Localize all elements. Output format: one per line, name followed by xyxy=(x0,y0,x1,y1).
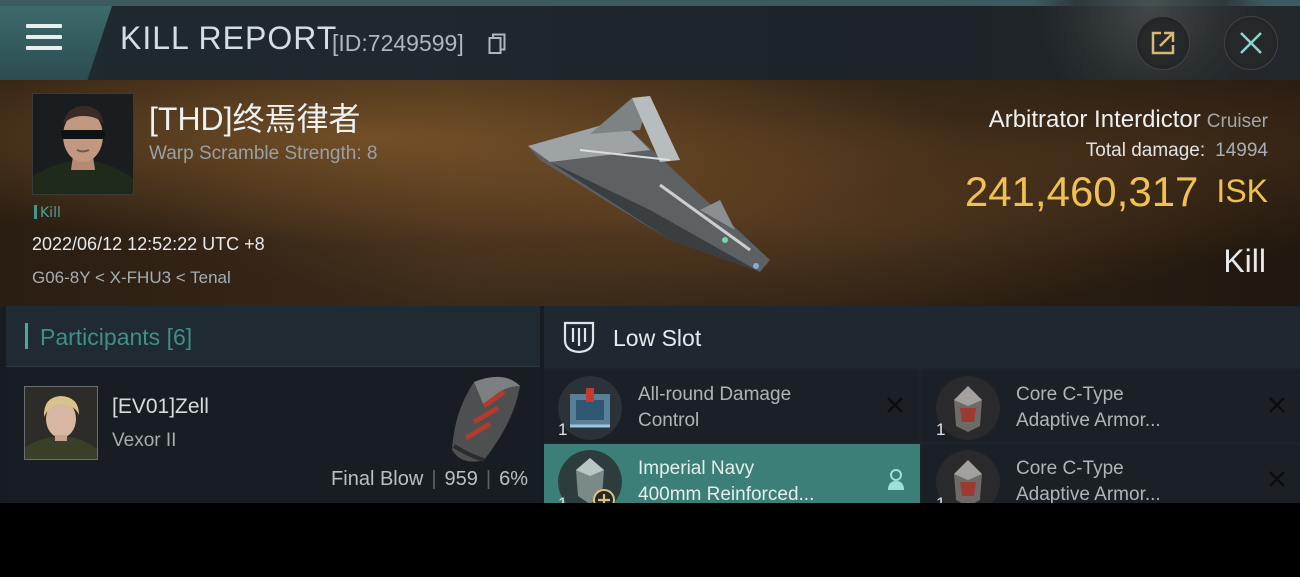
report-id: [ID:7249599] xyxy=(332,30,464,56)
destroyed-x-icon xyxy=(1269,471,1285,487)
module-quantity: 1 xyxy=(936,494,945,503)
kill-location[interactable]: G06-8Y < X-FHU3 < Tenal xyxy=(32,268,231,288)
participant-ship[interactable]: Vexor II xyxy=(112,430,176,452)
warp-scramble-strength: Warp Scramble Strength: 8 xyxy=(149,143,378,164)
participant-name[interactable]: [EV01]Zell xyxy=(112,395,209,419)
module-name-line2: Control xyxy=(638,410,700,431)
share-icon xyxy=(1151,31,1175,55)
kill-report-screen: KILL REPORT [ID:7249599] [THD]终焉律者 Warp … xyxy=(0,0,1300,503)
menu-button[interactable] xyxy=(0,6,112,80)
participants-header[interactable]: Participants [6] xyxy=(6,306,540,367)
section-marker xyxy=(25,323,28,349)
damage-control-icon xyxy=(558,376,622,440)
module-name: Core C-Type Adaptive Armor... xyxy=(1016,456,1236,503)
module-name-line2: Adaptive Armor... xyxy=(1016,410,1161,431)
module-slot[interactable]: 1 Core C-Type Adaptive Armor... xyxy=(922,444,1300,503)
total-damage-value: 14994 xyxy=(1215,140,1268,161)
participants-panel: Participants [6] [EV01]Zell Vexor II Fin… xyxy=(6,306,540,503)
destroyed-x-icon xyxy=(1269,397,1285,413)
module-name: Imperial Navy 400mm Reinforced... xyxy=(638,456,858,503)
total-damage-line: Total damage: 14994 xyxy=(1086,140,1268,162)
module-name-line1: Core C-Type xyxy=(1016,458,1124,479)
participants-label: Participants xyxy=(40,324,161,350)
hamburger-menu-icon xyxy=(26,24,62,54)
module-quantity: 1 xyxy=(558,494,567,503)
low-slot-icon xyxy=(563,321,595,354)
page-title: KILL REPORT xyxy=(120,20,338,56)
person-icon xyxy=(888,469,904,490)
module-slot[interactable]: 1 Core C-Type Adaptive Armor... xyxy=(922,370,1300,442)
destroyed-x-icon xyxy=(887,397,903,413)
participants-title: Participants [6] xyxy=(40,324,192,351)
copy-icon[interactable] xyxy=(488,33,506,55)
total-damage-label: Total damage: xyxy=(1085,140,1206,161)
participant-avatar[interactable] xyxy=(24,386,98,460)
participant-percent: 6% xyxy=(499,468,528,490)
module-quantity: 1 xyxy=(936,420,946,439)
armor-plate-icon xyxy=(558,450,622,503)
ship-class: Cruiser xyxy=(1206,111,1268,132)
participant-damage: 959 xyxy=(444,468,478,490)
participant-row[interactable]: [EV01]Zell Vexor II Final Blow | 959 | 6% xyxy=(6,368,540,503)
isk-unit: ISK xyxy=(1216,173,1268,209)
kill-summary-panel: [THD]终焉律者 Warp Scramble Strength: 8 Kill… xyxy=(0,80,1300,306)
module-name-line2: 400mm Reinforced... xyxy=(638,484,815,503)
module-name-line1: Core C-Type xyxy=(1016,384,1124,405)
module-name-line1: All-round Damage xyxy=(638,384,792,405)
isk-value: 241,460,317 xyxy=(964,168,1199,215)
armor-hardener-icon xyxy=(936,450,1000,503)
result-label: Kill xyxy=(1223,243,1266,279)
ship-render xyxy=(528,96,770,272)
module-name-line1: Imperial Navy xyxy=(638,458,755,479)
final-blow-label: Final Blow xyxy=(331,468,424,490)
ship-name[interactable]: Arbitrator Interdictor xyxy=(989,106,1201,133)
participants-count: [6] xyxy=(166,324,193,350)
share-button[interactable] xyxy=(1136,16,1190,70)
armor-hardener-icon xyxy=(936,376,1000,440)
top-bar: KILL REPORT [ID:7249599] xyxy=(0,0,1300,80)
kill-datetime: 2022/06/12 12:52:22 UTC +8 xyxy=(32,234,265,254)
ship-type-line: Arbitrator Interdictor Cruiser xyxy=(989,106,1268,134)
module-slot[interactable]: 1 All-round Damage Control xyxy=(544,370,918,442)
victim-portrait[interactable] xyxy=(32,93,134,195)
module-quantity: 1 xyxy=(558,420,568,439)
module-name: Core C-Type Adaptive Armor... xyxy=(1016,382,1236,434)
module-name: All-round Damage Control xyxy=(638,382,858,434)
isk-value-line: 241,460,317 ISK xyxy=(965,168,1268,216)
participant-ship-icon xyxy=(452,376,520,462)
module-name-line2: Adaptive Armor... xyxy=(1016,484,1161,503)
close-button[interactable] xyxy=(1224,16,1278,70)
module-slot-dropped[interactable]: 1 Imperial Navy 400mm Reinforced... xyxy=(544,444,920,503)
low-slot-panel: Low Slot 1 All-round Damage Control 1 Co… xyxy=(544,306,1300,503)
close-icon xyxy=(1240,32,1262,54)
victim-name[interactable]: [THD]终焉律者 xyxy=(149,94,361,140)
low-slot-title: Low Slot xyxy=(613,325,702,351)
final-blow-stats: Final Blow | 959 | 6% xyxy=(331,468,528,490)
kill-tag: Kill xyxy=(34,205,61,221)
low-slot-header: Low Slot xyxy=(544,306,1300,368)
